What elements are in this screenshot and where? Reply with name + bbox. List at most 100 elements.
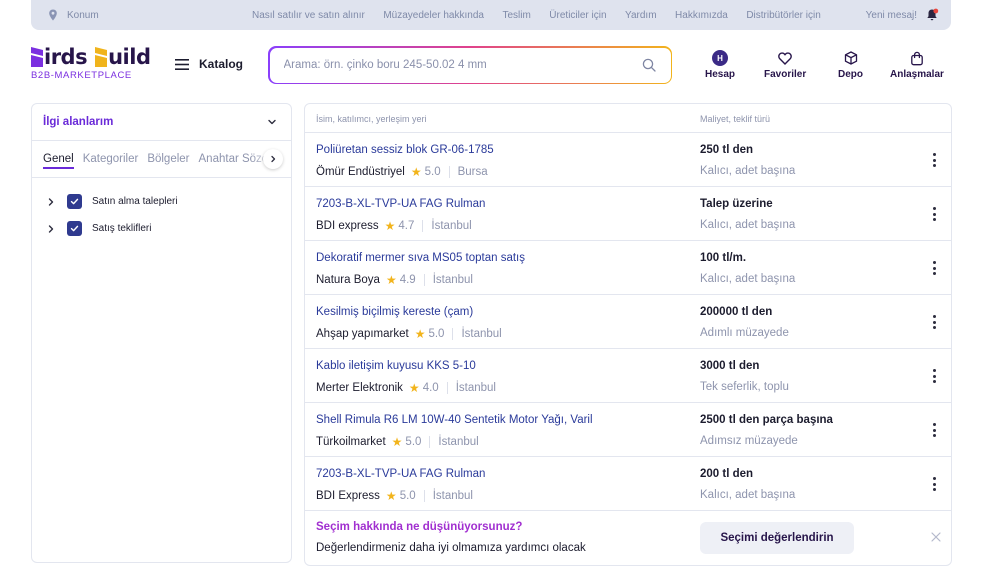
- check-icon: [70, 225, 79, 232]
- logo-wordmark: irds uild: [31, 46, 151, 68]
- offer-type: Kalıcı, adet başına: [700, 489, 796, 501]
- nav-deals-label: Anlaşmalar: [890, 69, 944, 80]
- more-options-icon[interactable]: [929, 261, 939, 275]
- tab-categories[interactable]: Kategoriler: [83, 141, 139, 177]
- nav-favorites-label: Favoriler: [764, 69, 807, 80]
- offer-title[interactable]: 7203-B-XL-TVP-UA FAG Rulman: [316, 468, 485, 480]
- seller-name[interactable]: BDI express: [316, 220, 379, 232]
- interests-header[interactable]: İlgi alanlarım: [32, 104, 291, 141]
- tab-general[interactable]: Genel: [43, 141, 74, 177]
- more-options-icon[interactable]: [929, 477, 939, 491]
- table-row[interactable]: Dekoratif mermer sıva MS05 toptan satış N…: [305, 241, 951, 295]
- location-pin-icon: [49, 9, 57, 21]
- divider: [422, 220, 424, 232]
- catalog-button[interactable]: Katalog: [175, 57, 243, 71]
- tree-item-label: Satın alma talepleri: [92, 196, 178, 207]
- seller-name[interactable]: BDI Express: [316, 490, 380, 502]
- offers-list: İsim, katılımcı, yerleşim yeri Maliyet, …: [304, 103, 952, 566]
- seller-name[interactable]: Ahşap yapımarket: [316, 328, 409, 340]
- star-icon: ★: [384, 219, 396, 233]
- seller-rating: 4.7: [398, 220, 415, 232]
- search-input[interactable]: [269, 59, 630, 71]
- link-distributors[interactable]: Distribütörler için: [746, 10, 820, 21]
- link-delivery[interactable]: Teslim: [502, 10, 530, 21]
- offer-title[interactable]: Shell Rimula R6 LM 10W-40 Sentetik Motor…: [316, 414, 593, 426]
- more-options-icon[interactable]: [929, 153, 939, 167]
- offer-seller: Natura Boya ★ 4.9 İstanbul: [316, 273, 473, 287]
- table-row[interactable]: Kesilmiş biçilmiş kereste (çam) Ahşap yap…: [305, 295, 951, 349]
- interests-title: İlgi alanlarım: [43, 116, 114, 128]
- logo-b-mark: [31, 47, 43, 67]
- nav-account[interactable]: H Hesap: [705, 50, 735, 80]
- seller-name[interactable]: Türkoilmarket: [316, 436, 386, 448]
- bell-icon[interactable]: [925, 8, 939, 22]
- interests-panel: İlgi alanlarım Genel Kategoriler Bölgele…: [31, 103, 292, 563]
- seller-rating: 5.0: [405, 436, 422, 448]
- table-row[interactable]: Shell Rimula R6 LM 10W-40 Sentetik Motor…: [305, 403, 951, 457]
- seller-name[interactable]: Natura Boya: [316, 274, 380, 286]
- seller-name[interactable]: Ömür Endüstriyel: [316, 166, 405, 178]
- divider: [429, 436, 431, 448]
- search-icon[interactable]: [642, 58, 656, 72]
- divider: [423, 274, 425, 286]
- more-options-icon[interactable]: [929, 369, 939, 383]
- chevron-right-icon[interactable]: [47, 197, 55, 206]
- link-auctions[interactable]: Müzayedeler hakkında: [383, 10, 484, 21]
- offer-title[interactable]: 7203-B-XL-TVP-UA FAG Rulman: [316, 198, 485, 210]
- more-options-icon[interactable]: [929, 423, 939, 437]
- offer-title[interactable]: Kesilmiş biçilmiş kereste (çam): [316, 306, 473, 318]
- list-header: İsim, katılımcı, yerleşim yeri Maliyet, …: [305, 104, 951, 133]
- nav-favorites[interactable]: Favoriler: [764, 50, 806, 80]
- link-how-to-buy[interactable]: Nasıl satılır ve satın alınır: [252, 10, 365, 21]
- avatar: H: [712, 50, 728, 66]
- logo-b-mark-2: [95, 47, 108, 67]
- checkbox[interactable]: [67, 194, 82, 209]
- seller-city: İstanbul: [461, 328, 502, 340]
- offer-seller: BDI express ★ 4.7 İstanbul: [316, 219, 472, 233]
- offer-price: 100 tl/m.: [700, 252, 747, 264]
- tree-item-purchase-requests[interactable]: Satın alma talepleri: [32, 188, 291, 215]
- feedback-banner: Seçim hakkında ne düşünüyorsunuz? Değerl…: [305, 511, 951, 565]
- offer-title[interactable]: Kablo iletişim kuyusu KKS 5-10: [316, 360, 476, 372]
- table-row[interactable]: 7203-B-XL-TVP-UA FAG Rulman BDI Express ★ 5…: [305, 457, 951, 511]
- box-icon: [844, 51, 857, 65]
- star-icon: ★: [414, 327, 426, 341]
- search-box: [268, 46, 672, 84]
- tabs-scroll-right-button[interactable]: [263, 149, 283, 169]
- table-row[interactable]: Kablo iletişim kuyusu KKS 5-10 Merter Ele…: [305, 349, 951, 403]
- more-options-icon[interactable]: [929, 207, 939, 221]
- location-selector[interactable]: Konum: [47, 9, 237, 21]
- nav-warehouse-label: Depo: [838, 69, 863, 80]
- menu-icon: [175, 58, 189, 70]
- table-row[interactable]: 7203-B-XL-TVP-UA FAG Rulman BDI express ★ 4…: [305, 187, 951, 241]
- offer-price: 3000 tl den: [700, 360, 760, 372]
- seller-city: İstanbul: [431, 220, 472, 232]
- offer-seller: Ahşap yapımarket ★ 5.0 İstanbul: [316, 327, 502, 341]
- chevron-right-icon[interactable]: [47, 224, 55, 233]
- seller-city: İstanbul: [432, 274, 473, 286]
- tab-regions[interactable]: Bölgeler: [147, 141, 189, 177]
- rate-selection-button[interactable]: Seçimi değerlendirin: [700, 522, 854, 554]
- link-manufacturers[interactable]: Üreticiler için: [549, 10, 606, 21]
- check-icon: [70, 198, 79, 205]
- logo[interactable]: irds uild B2B-MARKETPLACE: [31, 46, 151, 84]
- offer-title[interactable]: Poliüretan sessiz blok GR-06-1785: [316, 144, 494, 156]
- link-help[interactable]: Yardım: [625, 10, 657, 21]
- offer-type: Kalıcı, adet başına: [700, 219, 796, 231]
- nav-warehouse[interactable]: Depo: [838, 50, 863, 80]
- seller-name[interactable]: Merter Elektronik: [316, 382, 403, 394]
- nav-deals[interactable]: Anlaşmalar: [890, 50, 944, 80]
- new-message-link[interactable]: Yeni mesaj!: [866, 10, 917, 21]
- tree-item-sales-offers[interactable]: Satış teklifleri: [32, 215, 291, 242]
- shopping-bag-icon: [911, 51, 923, 65]
- close-icon[interactable]: [931, 532, 941, 542]
- offer-title[interactable]: Dekoratif mermer sıva MS05 toptan satış: [316, 252, 525, 264]
- catalog-label: Katalog: [199, 57, 244, 71]
- offer-price: 200 tl den: [700, 468, 754, 480]
- table-row[interactable]: Poliüretan sessiz blok GR-06-1785 Ömür En…: [305, 133, 951, 187]
- offer-price: 250 tl den: [700, 144, 754, 156]
- link-about[interactable]: Hakkımızda: [675, 10, 728, 21]
- more-options-icon[interactable]: [929, 315, 939, 329]
- checkbox[interactable]: [67, 221, 82, 236]
- column-header-name: İsim, katılımcı, yerleşim yeri: [316, 114, 427, 124]
